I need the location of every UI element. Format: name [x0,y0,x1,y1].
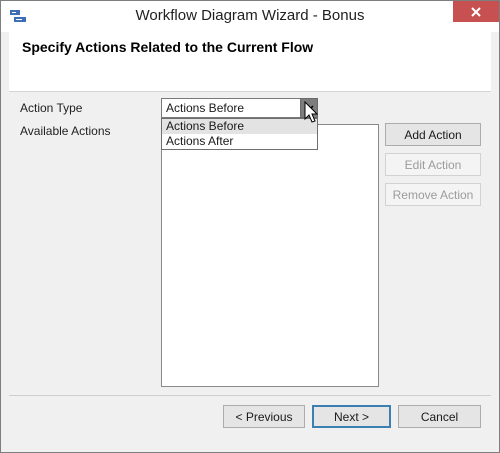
available-actions-list[interactable] [161,124,379,387]
action-type-dropdown: Actions Before Actions After [161,118,318,150]
window-title: Workflow Diagram Wizard - Bonus [135,7,365,24]
page-title: Specify Actions Related to the Current F… [22,39,314,55]
dropdown-option-actions-after[interactable]: Actions After [162,134,317,149]
cancel-button[interactable]: Cancel [398,405,481,428]
remove-action-button[interactable]: Remove Action [385,183,481,206]
close-icon [471,6,481,17]
close-button[interactable] [453,1,499,22]
add-action-button[interactable]: Add Action [385,123,481,146]
mouse-pointer-icon [304,101,319,123]
next-button[interactable]: Next > [312,405,391,428]
footer-divider [9,395,491,396]
available-actions-label: Available Actions [20,124,111,138]
title-bar[interactable]: Workflow Diagram Wizard - Bonus [1,1,499,32]
action-type-value: Actions Before [166,101,245,115]
wizard-window: Workflow Diagram Wizard - Bonus Specify … [0,0,500,453]
edit-action-button[interactable]: Edit Action [385,153,481,176]
action-type-label: Action Type [20,101,83,115]
header-panel: Specify Actions Related to the Current F… [9,32,491,92]
previous-button[interactable]: < Previous [223,405,305,428]
dropdown-option-actions-before[interactable]: Actions Before [162,119,317,134]
action-type-select[interactable]: Actions Before [161,98,318,118]
